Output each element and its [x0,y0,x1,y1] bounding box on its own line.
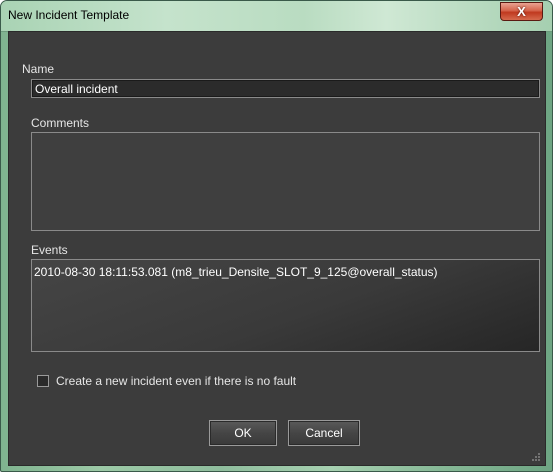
events-list[interactable]: 2010-08-30 18:11:53.081 (m8_trieu_Densit… [31,259,540,352]
title-bar[interactable]: New Incident Template X [1,1,552,32]
comments-label: Comments [31,116,90,130]
cancel-button[interactable]: Cancel [288,420,360,446]
ok-button[interactable]: OK [209,420,277,446]
close-icon: X [517,4,526,19]
comments-textarea[interactable] [31,132,540,231]
no-fault-checkbox[interactable] [37,375,49,387]
no-fault-checkbox-label[interactable]: Create a new incident even if there is n… [56,374,296,388]
event-list-item[interactable]: 2010-08-30 18:11:53.081 (m8_trieu_Densit… [34,265,438,279]
close-button[interactable]: X [500,2,543,21]
window-title: New Incident Template [8,8,130,22]
name-label: Name [22,62,55,76]
dialog-window: New Incident Template X [0,0,553,472]
name-input[interactable] [31,79,540,98]
resize-grip-icon[interactable] [531,452,541,462]
events-label: Events [31,243,68,257]
